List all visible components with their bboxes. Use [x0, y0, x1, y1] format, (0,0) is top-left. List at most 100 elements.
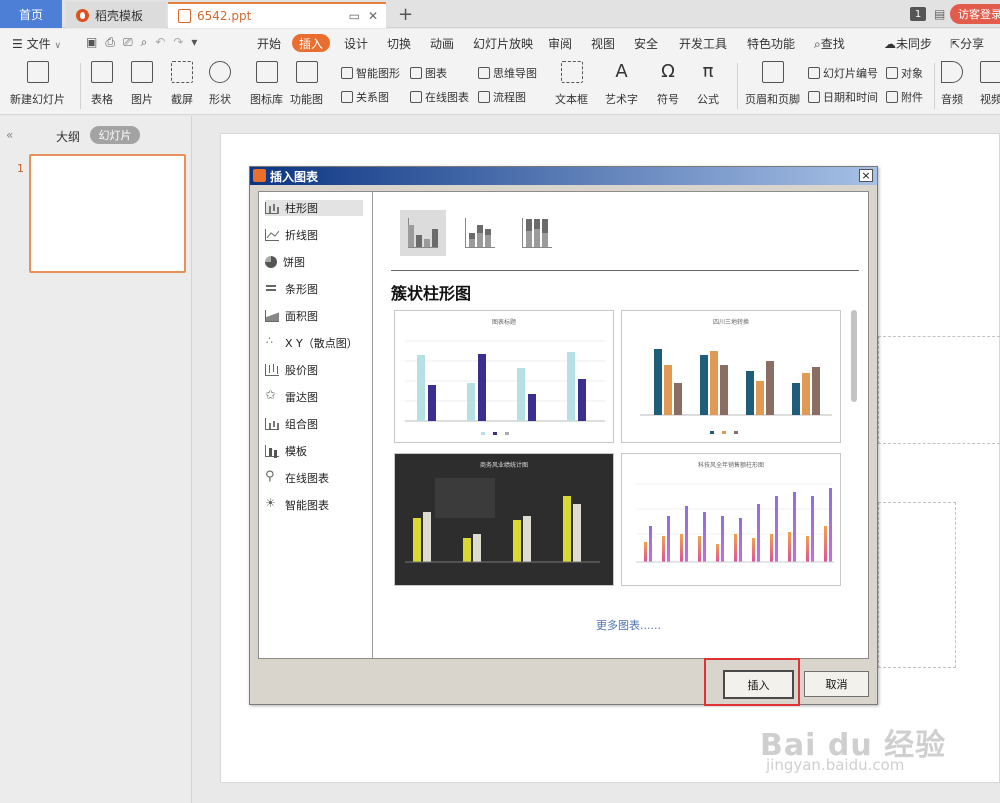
- template-thumbnail[interactable]: 四川三地转换: [621, 310, 841, 443]
- category-scatter[interactable]: X Y（散点图）: [265, 334, 362, 351]
- slide-number-button[interactable]: 幻灯片编号: [808, 65, 878, 81]
- menu-animation[interactable]: 动画: [430, 35, 454, 52]
- category-bar[interactable]: 条形图: [265, 281, 322, 297]
- template-thumbnail[interactable]: 图表标题: [394, 310, 614, 443]
- category-area[interactable]: 面积图: [265, 308, 322, 324]
- category-online-chart[interactable]: 在线图表: [265, 469, 333, 486]
- category-column[interactable]: 柱形图: [265, 200, 363, 216]
- header-footer-button[interactable]: 页眉和页脚: [745, 61, 800, 107]
- picture-button[interactable]: 图片: [131, 61, 153, 107]
- mindmap-icon: [478, 67, 490, 79]
- share-button[interactable]: ⇱分享: [950, 35, 984, 52]
- online-chart-icon: [410, 91, 422, 103]
- template-thumbnail[interactable]: 科技风全年销售额柱形图: [621, 453, 841, 586]
- hamburger-icon: ☰: [12, 37, 23, 51]
- save-icon[interactable]: ▣: [86, 35, 97, 50]
- sync-status[interactable]: ☁未同步: [884, 35, 932, 52]
- template-thumbnail[interactable]: 商务风业绩统计图: [394, 453, 614, 586]
- category-pie[interactable]: 饼图: [265, 254, 309, 270]
- category-radar[interactable]: 雷达图: [265, 388, 322, 405]
- shape-button[interactable]: 形状: [209, 61, 231, 107]
- tab-home[interactable]: 首页: [0, 0, 62, 28]
- placeholder-subtitle[interactable]: [878, 502, 956, 668]
- tab-document[interactable]: 6542.ppt ▭ ✕: [168, 2, 386, 28]
- subtype-clustered-column[interactable]: [400, 210, 446, 256]
- menu-design[interactable]: 设计: [344, 35, 368, 52]
- menu-security[interactable]: 安全: [634, 35, 658, 52]
- undo-icon[interactable]: ↶: [155, 35, 165, 50]
- dialog-body: 柱形图 折线图 饼图 条形图 面积图 X Y（散点: [258, 191, 869, 659]
- new-slide-button[interactable]: 新建幻灯片: [10, 61, 65, 107]
- category-stock[interactable]: 股价图: [265, 362, 322, 378]
- thumbnail-chart-tech: [636, 483, 834, 563]
- slide-thumbnail[interactable]: [29, 154, 186, 273]
- online-chart-button[interactable]: 在线图表: [410, 89, 469, 105]
- chart-category-list: 柱形图 折线图 饼图 条形图 面积图 X Y（散点: [259, 192, 373, 658]
- category-line[interactable]: 折线图: [265, 227, 322, 243]
- tab-outline[interactable]: 大纲: [56, 128, 80, 145]
- tab-slides[interactable]: 幻灯片: [90, 126, 140, 144]
- monitor-icon[interactable]: ▭: [349, 9, 360, 23]
- flowchart-button[interactable]: 流程图: [478, 89, 526, 105]
- search-menu[interactable]: ⌕查找: [814, 35, 845, 52]
- dialog-close-button[interactable]: ×: [859, 169, 873, 182]
- wordart-button[interactable]: A 艺术字: [605, 61, 638, 107]
- menu-insert[interactable]: 插入: [292, 34, 330, 52]
- customize-icon[interactable]: ▾: [191, 35, 197, 50]
- placeholder-title[interactable]: [878, 336, 1000, 444]
- smart-graphic-button[interactable]: 智能图形: [341, 65, 400, 81]
- attachment-button[interactable]: 附件: [886, 89, 923, 105]
- video-button[interactable]: 视频: [980, 61, 1000, 107]
- textbox-button[interactable]: 文本框: [555, 61, 588, 107]
- formula-button[interactable]: π 公式: [697, 61, 719, 107]
- menu-developer[interactable]: 开发工具: [679, 35, 727, 52]
- table-button[interactable]: 表格: [91, 61, 113, 107]
- file-menu[interactable]: ☰ 文件 ∨: [12, 35, 61, 52]
- video-icon: [980, 61, 1000, 83]
- print-icon[interactable]: ⎚: [123, 35, 133, 50]
- new-tab-plus-icon[interactable]: +: [398, 4, 413, 25]
- more-charts-link[interactable]: 更多图表......: [596, 617, 661, 633]
- divider: [391, 270, 859, 271]
- cancel-button[interactable]: 取消: [804, 671, 869, 697]
- scrollbar-thumb[interactable]: [851, 310, 857, 402]
- relation-chart-button[interactable]: 关系图: [341, 89, 389, 105]
- collapse-panel-icon[interactable]: «: [6, 128, 13, 142]
- menu-view[interactable]: 视图: [591, 35, 615, 52]
- audio-button[interactable]: 音频: [941, 61, 963, 107]
- line-chart-icon: [265, 229, 279, 241]
- category-smart-chart[interactable]: 智能图表: [265, 496, 333, 513]
- slide-panel: « 大纲 幻灯片 1: [0, 116, 192, 803]
- print-preview-icon[interactable]: ⎙: [105, 35, 115, 50]
- gallery-scrollbar[interactable]: [851, 310, 857, 590]
- omega-symbol-icon: Ω: [661, 61, 675, 82]
- redo-icon[interactable]: ↷: [173, 35, 183, 50]
- chart-button[interactable]: 图表: [410, 65, 447, 81]
- chevron-down-icon: ∨: [54, 41, 62, 51]
- slide-number-icon: [808, 67, 820, 79]
- screenshot-button[interactable]: 截屏: [171, 61, 193, 107]
- function-chart-button[interactable]: 功能图: [290, 61, 323, 107]
- radar-chart-icon: [265, 388, 279, 403]
- dialog-title-bar[interactable]: 插入图表: [250, 167, 877, 185]
- subtype-percent-stacked-column[interactable]: [514, 210, 560, 256]
- menu-review[interactable]: 审阅: [548, 35, 572, 52]
- close-tab-icon[interactable]: ✕: [368, 9, 378, 23]
- menu-transition[interactable]: 切换: [387, 35, 411, 52]
- guest-login-button[interactable]: 访客登录: [950, 4, 1000, 24]
- icon-library-button[interactable]: 图标库: [250, 61, 283, 107]
- mindmap-button[interactable]: 思维导图: [478, 65, 537, 81]
- category-combo[interactable]: 组合图: [265, 416, 322, 432]
- menu-special[interactable]: 特色功能: [747, 35, 795, 52]
- category-template[interactable]: 模板: [265, 443, 311, 459]
- tab-straw-templates[interactable]: 稻壳模板: [66, 2, 166, 28]
- subtype-stacked-column[interactable]: [457, 210, 503, 256]
- ribbon-separator: [80, 63, 81, 109]
- symbol-button[interactable]: Ω 符号: [657, 61, 679, 107]
- datetime-button[interactable]: 日期和时间: [808, 89, 878, 105]
- menu-slideshow[interactable]: 幻灯片放映: [473, 35, 533, 52]
- preview-icon[interactable]: ⌕: [141, 35, 148, 50]
- window-menu-icon[interactable]: ▤: [934, 7, 945, 21]
- object-button[interactable]: 对象: [886, 65, 923, 81]
- menu-start[interactable]: 开始: [257, 35, 281, 52]
